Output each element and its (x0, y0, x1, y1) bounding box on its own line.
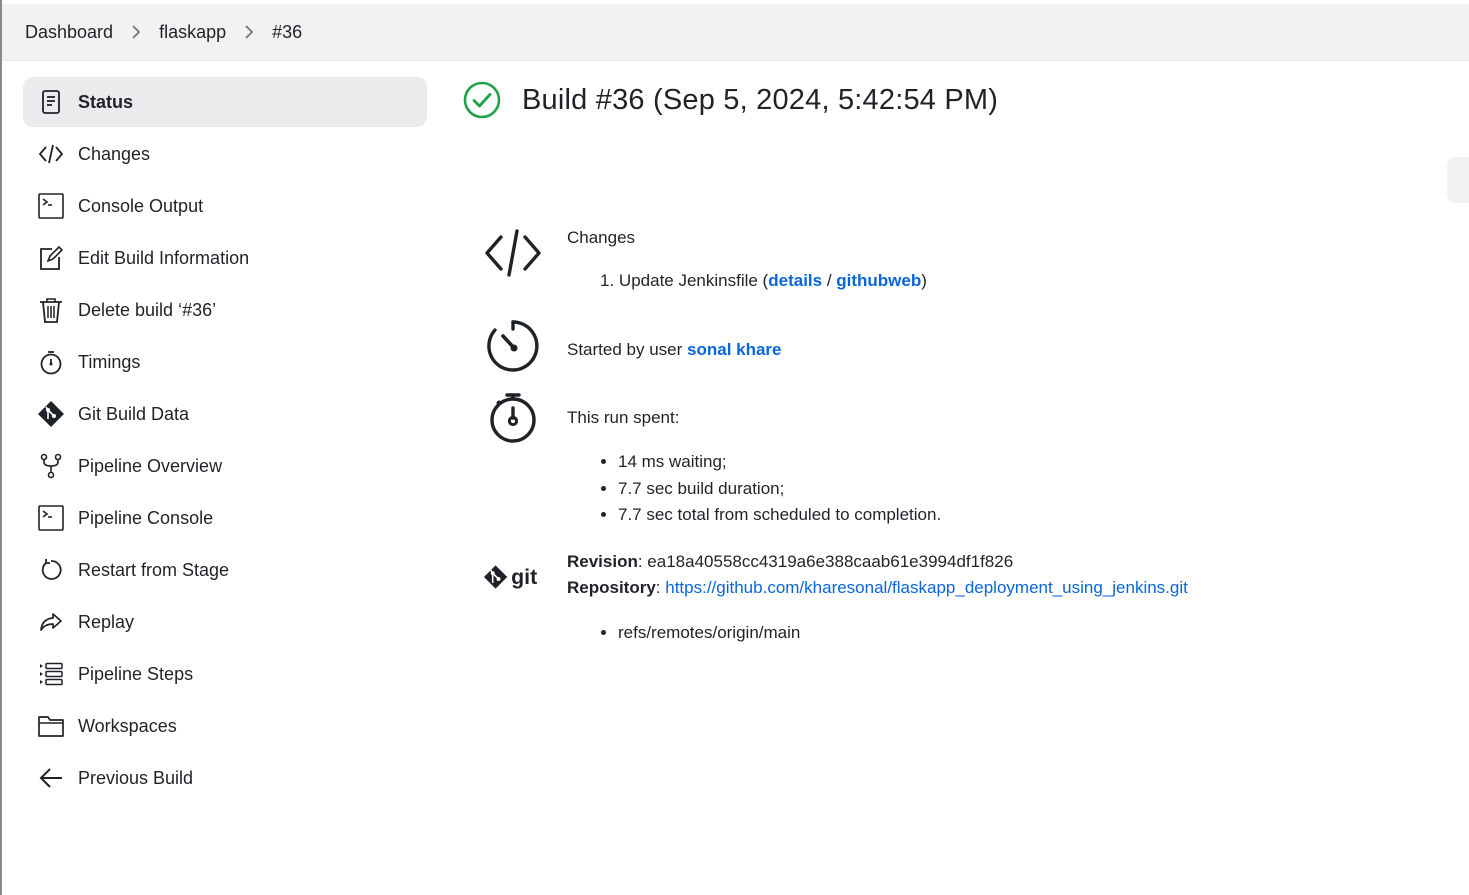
terminal-icon (37, 504, 65, 532)
sidebar-item-label: Pipeline Overview (78, 455, 223, 476)
clock-icon (482, 315, 544, 377)
git-logo: git (482, 547, 548, 609)
sidebar-item-delete-build[interactable]: Delete build ‘#36’ (23, 285, 427, 335)
changes-heading: Changes (567, 228, 636, 247)
change-close: ) (921, 271, 927, 290)
edit-icon (37, 244, 65, 272)
sidebar-item-label: Delete build ‘#36’ (78, 299, 217, 320)
repository-label: Repository (567, 578, 656, 597)
sidebar-item-pipeline-steps[interactable]: Pipeline Steps (23, 649, 427, 699)
restart-icon (37, 556, 65, 584)
breadcrumb-flaskapp[interactable]: flaskapp (159, 22, 226, 43)
code-icon (37, 140, 65, 168)
list-item: 14 ms waiting; (618, 449, 941, 476)
success-check-icon (463, 81, 501, 119)
sidebar-item-replay[interactable]: Replay (23, 597, 427, 647)
git-icon (37, 400, 65, 428)
started-by-text: Started by user (567, 340, 688, 359)
sidebar-item-edit-build-information[interactable]: Edit Build Information (23, 233, 427, 283)
git-logo-text: git (511, 565, 537, 589)
branch-list: refs/remotes/origin/main (618, 620, 800, 647)
sidebar-item-pipeline-console[interactable]: Pipeline Console (23, 493, 427, 543)
sidebar-item-workspaces[interactable]: Workspaces (23, 701, 427, 751)
githubweb-link[interactable]: githubweb (836, 271, 921, 290)
repository-separator: : (655, 578, 666, 597)
build-title: Build #36 (Sep 5, 2024, 5:42:54 PM) (522, 83, 999, 116)
sidebar-item-label: Replay (78, 611, 135, 632)
stopwatch-icon (482, 387, 544, 449)
arrow-left-icon (37, 764, 65, 792)
sidebar-item-changes[interactable]: Changes (23, 129, 427, 179)
trash-icon (37, 296, 65, 324)
document-icon (37, 88, 65, 116)
sidebar-item-console-output[interactable]: Console Output (23, 181, 427, 231)
sidebar-item-status[interactable]: Status (23, 77, 427, 127)
sidebar-item-label: Workspaces (78, 715, 177, 736)
window-left-edge (0, 0, 2, 895)
list-item: 7.7 sec build duration; (618, 476, 941, 503)
code-icon (482, 222, 544, 284)
change-text: Update Jenkinsfile ( (618, 271, 769, 290)
timing-heading: This run spent: (567, 408, 680, 427)
revision-label: Revision (567, 552, 638, 571)
details-link[interactable]: details (768, 271, 822, 290)
sidebar-item-previous-build[interactable]: Previous Build (23, 753, 427, 803)
folder-icon (37, 712, 65, 740)
sidebar-item-label: Git Build Data (78, 403, 190, 424)
chevron-right-icon (242, 25, 256, 39)
sidebar-item-label: Status (78, 91, 134, 112)
sidebar-item-label: Pipeline Console (78, 507, 214, 528)
sidebar: Status Changes Console Output Edit Build… (23, 77, 427, 805)
sidebar-item-pipeline-overview[interactable]: Pipeline Overview (23, 441, 427, 491)
changes-list: 1. Update Jenkinsfile (details / githubw… (600, 271, 927, 291)
list-item: 7.7 sec total from scheduled to completi… (618, 502, 941, 529)
repository-link[interactable]: https://github.com/kharesonal/flaskapp_d… (665, 578, 1188, 597)
sidebar-item-git-build-data[interactable]: Git Build Data (23, 389, 427, 439)
list-icon (37, 660, 65, 688)
list-item: refs/remotes/origin/main (618, 620, 800, 647)
revision-value: : ea18a40558cc4319a6e388caab61e3994df1f8… (637, 552, 1014, 571)
sidebar-item-label: Timings (78, 351, 141, 372)
page-title: Build #36 (Sep 5, 2024, 5:42:54 PM) (462, 80, 998, 120)
sidebar-item-label: Changes (78, 143, 151, 164)
sidebar-item-label: Previous Build (78, 767, 194, 788)
started-by: Started by user sonal khare (567, 340, 782, 360)
fork-icon (37, 452, 65, 480)
repository: Repository: https://github.com/kharesona… (567, 578, 1188, 598)
breadcrumb-dashboard[interactable]: Dashboard (25, 22, 113, 43)
chevron-right-icon (129, 25, 143, 39)
revision: Revision: ea18a40558cc4319a6e388caab61e3… (567, 552, 1013, 572)
breadcrumb: Dashboard flaskapp #36 (2, 4, 1469, 61)
sidebar-item-label: Edit Build Information (78, 247, 250, 268)
breadcrumb-build-36[interactable]: #36 (272, 22, 302, 43)
sidebar-item-label: Restart from Stage (78, 559, 230, 580)
list-item: 1. Update Jenkinsfile (details / githubw… (600, 271, 927, 291)
replay-icon (37, 608, 65, 636)
sidebar-item-label: Pipeline Steps (78, 663, 194, 684)
terminal-icon (37, 192, 65, 220)
sidebar-item-label: Console Output (78, 195, 204, 216)
sidebar-item-timings[interactable]: Timings (23, 337, 427, 387)
user-link[interactable]: sonal khare (687, 340, 782, 359)
sidebar-item-restart-from-stage[interactable]: Restart from Stage (23, 545, 427, 595)
stopwatch-icon (37, 348, 65, 376)
side-panel-toggle[interactable] (1447, 157, 1469, 203)
timing-list: 14 ms waiting; 7.7 sec build duration; 7… (618, 449, 941, 529)
change-separator: / (822, 271, 837, 290)
change-number: 1. (600, 271, 615, 290)
